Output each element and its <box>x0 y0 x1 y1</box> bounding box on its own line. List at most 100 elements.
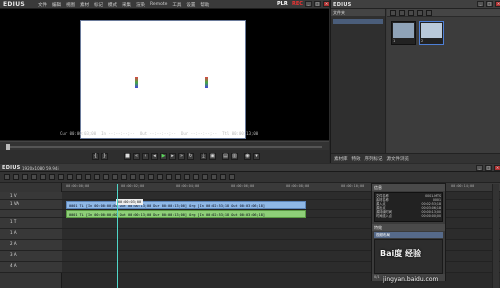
menu-item[interactable]: 采集 <box>122 2 131 8</box>
timeline-tool-icon[interactable] <box>40 174 46 180</box>
track-header[interactable]: 1 A <box>0 229 62 240</box>
menu-item[interactable]: 标记 <box>94 2 103 8</box>
bin-folder-tree[interactable]: 文件夹 <box>331 9 386 153</box>
timeline-tool-icon[interactable] <box>166 174 172 180</box>
menu-item[interactable]: Remote <box>150 2 167 8</box>
timeline-tool-icon[interactable] <box>103 174 109 180</box>
track-header[interactable]: 4 A <box>0 262 62 273</box>
timeline-vertical-scrollbar[interactable] <box>492 184 499 288</box>
bin-up-icon[interactable] <box>390 10 396 16</box>
timeline-tool-icon[interactable] <box>94 174 100 180</box>
fast-forward-icon[interactable]: » <box>178 153 185 160</box>
bin-view-icon[interactable] <box>417 10 423 16</box>
timeline-tool-icon[interactable] <box>202 174 208 180</box>
rewind-icon[interactable]: « <box>133 153 140 160</box>
menu-item[interactable]: 编辑 <box>52 2 61 8</box>
timeline-tool-icon[interactable] <box>229 174 235 180</box>
loop-icon[interactable]: ↻ <box>187 153 194 160</box>
menu-item[interactable]: 素材 <box>80 2 89 8</box>
maximize-icon[interactable]: □ <box>486 1 493 7</box>
menu-item[interactable]: 工具 <box>172 2 181 8</box>
timeline-tool-icon[interactable] <box>4 174 10 180</box>
bin-delete-icon[interactable] <box>426 10 432 16</box>
ruler-label: 00:00:08;00 <box>286 184 310 188</box>
set-in-icon[interactable]: { <box>92 153 99 160</box>
timeline-tool-icon[interactable] <box>76 174 82 180</box>
track-header[interactable]: 3 A <box>0 251 62 262</box>
video-clip[interactable]: 0001 TL [In 00:00:00;00 Out 00:00:13;00 … <box>66 201 306 209</box>
timeline-tool-icon[interactable] <box>85 174 91 180</box>
bin-clip[interactable]: 2 <box>419 21 444 45</box>
timeline-tool-icon[interactable] <box>13 174 19 180</box>
timeline-tool-icon[interactable] <box>211 174 217 180</box>
bin-clip-area[interactable]: 1 2 <box>387 17 500 153</box>
scrub-bar[interactable] <box>0 141 329 150</box>
plr-badge[interactable]: PLR <box>277 1 288 7</box>
minimize-icon[interactable]: _ <box>305 1 312 7</box>
timeline-tool-icon[interactable] <box>148 174 154 180</box>
timeline-tool-icon[interactable] <box>112 174 118 180</box>
fx-item[interactable]: 视频布局 <box>374 232 443 238</box>
maximize-icon[interactable]: □ <box>314 1 321 7</box>
info-value: 00:00:00;00 <box>421 214 441 218</box>
bin-search-icon[interactable] <box>408 10 414 16</box>
clip-caption: 2 <box>421 39 424 43</box>
bin-new-icon[interactable] <box>399 10 405 16</box>
timeline-tool-icon[interactable] <box>184 174 190 180</box>
overwrite-icon[interactable]: ▣ <box>209 153 216 160</box>
ruler-label: 00:00:00;00 <box>66 184 90 188</box>
video-monitor[interactable] <box>0 9 329 140</box>
timeline-tool-icon[interactable] <box>220 174 226 180</box>
timeline-tool-icon[interactable] <box>31 174 37 180</box>
timeline-tool-icon[interactable] <box>193 174 199 180</box>
audio-clip[interactable]: 0001 TL [In 00:00:00;00 Out 00:00:13;00 … <box>66 210 306 218</box>
timeline-tool-icon[interactable] <box>139 174 145 180</box>
track-header[interactable]: 1 VA <box>0 200 62 210</box>
render-icon[interactable]: ▤ <box>222 153 229 160</box>
timeline-tool-icon[interactable] <box>130 174 136 180</box>
step-back-frame-icon[interactable]: ◂ <box>151 153 158 160</box>
rec-badge[interactable]: REC <box>292 1 303 7</box>
timeline-playhead[interactable] <box>117 184 118 288</box>
insert-icon[interactable]: ⤓ <box>200 153 207 160</box>
camera-icon[interactable]: ◉ <box>244 153 251 160</box>
player-window: EDIUS 文件 编辑 视图 素材 标记 模式 采集 渲染 Remote 工具 设置 帮助 PLR R… <box>0 0 330 163</box>
close-icon[interactable]: × <box>323 1 330 7</box>
close-icon[interactable]: × <box>494 165 500 171</box>
settings-icon[interactable]: ▾ <box>253 153 260 160</box>
stop-icon[interactable]: ■ <box>124 153 131 160</box>
play-icon[interactable]: ▶ <box>160 153 167 160</box>
track-header[interactable] <box>0 210 62 218</box>
timeline-tool-icon[interactable] <box>121 174 127 180</box>
timeline-tool-icon[interactable] <box>49 174 55 180</box>
minimize-icon[interactable]: _ <box>476 165 483 171</box>
timeline-tool-icon[interactable] <box>22 174 28 180</box>
export-icon[interactable]: ▥ <box>231 153 238 160</box>
bin-tab[interactable]: 源文件浏览 <box>387 156 410 162</box>
bin-clip[interactable]: 1 <box>391 21 416 45</box>
menu-item[interactable]: 渲染 <box>136 2 145 8</box>
track-header[interactable]: 2 A <box>0 240 62 251</box>
close-icon[interactable]: × <box>495 1 500 7</box>
set-out-icon[interactable]: } <box>101 153 108 160</box>
bin-tab[interactable]: 特效 <box>352 156 361 162</box>
timeline-tool-icon[interactable] <box>175 174 181 180</box>
minimize-icon[interactable]: _ <box>477 1 484 7</box>
track-header[interactable]: 1 V <box>0 192 62 200</box>
timeline-tool-icon[interactable] <box>58 174 64 180</box>
timeline-tool-icon[interactable] <box>67 174 73 180</box>
menu-item[interactable]: 文件 <box>38 2 47 8</box>
menu-item[interactable]: 帮助 <box>200 2 209 8</box>
folder-root[interactable] <box>333 19 383 24</box>
bin-tab[interactable]: 序列标记 <box>365 156 383 162</box>
track-header[interactable]: 1 T <box>0 218 62 229</box>
step-forward-icon[interactable]: ▸ <box>169 153 176 160</box>
menu-item[interactable]: 设置 <box>186 2 195 8</box>
menu-item[interactable]: 视图 <box>66 2 75 8</box>
bin-tab[interactable]: 素材库 <box>334 156 348 162</box>
maximize-icon[interactable]: □ <box>485 165 492 171</box>
timeline-tool-icon[interactable] <box>157 174 163 180</box>
menu-item[interactable]: 模式 <box>108 2 117 8</box>
step-back-icon[interactable]: ‹ <box>142 153 149 160</box>
scrub-track[interactable] <box>8 146 322 148</box>
